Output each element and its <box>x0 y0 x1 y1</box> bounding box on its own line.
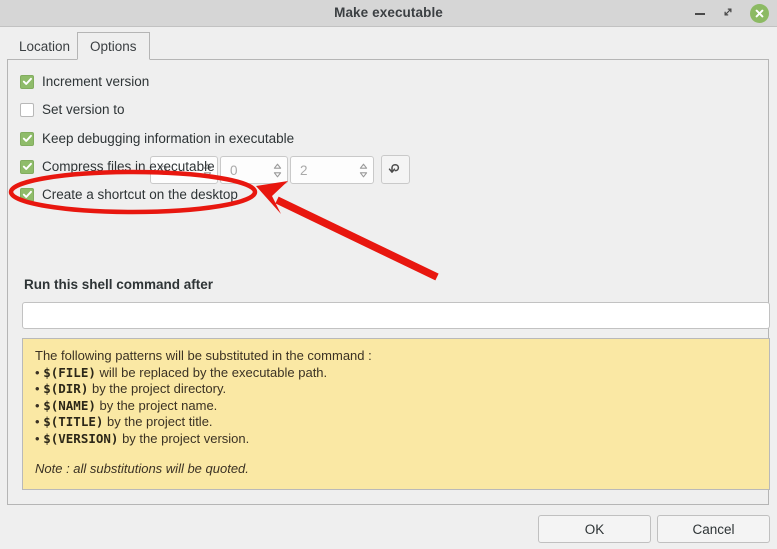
pattern-token-name: $(NAME) <box>43 397 96 413</box>
maximize-button[interactable] <box>715 0 741 27</box>
info-intro: The following patterns will be substitut… <box>35 348 372 363</box>
tab-location[interactable]: Location <box>7 32 82 60</box>
tab-options-label: Options <box>90 38 137 54</box>
title-bar: Make executable <box>0 0 777 27</box>
info-pattern-dir: • $(DIR) by the project directory. <box>35 381 757 398</box>
info-pattern-title: • $(TITLE) by the project title. <box>35 414 757 431</box>
checkbox-compress-files-label: Compress files in executable <box>42 159 215 174</box>
checkmark-icon <box>20 74 34 89</box>
stepper-icon[interactable] <box>267 162 287 179</box>
checkbox-compress-files[interactable]: Compress files in executable <box>20 159 215 174</box>
undo-icon <box>387 161 404 178</box>
checkbox-keep-debugging[interactable]: Keep debugging information in executable <box>20 131 294 146</box>
pattern-text-title: by the project title. <box>107 414 213 429</box>
bullet-icon: • <box>35 414 40 429</box>
minimize-button[interactable] <box>687 0 713 27</box>
checkbox-create-shortcut[interactable]: Create a shortcut on the desktop <box>20 187 238 202</box>
cancel-button-label: Cancel <box>692 521 735 537</box>
bullet-icon: • <box>35 364 40 380</box>
bullet-icon: • <box>35 397 40 413</box>
pattern-text-file: will be replaced by the executable path. <box>99 364 328 380</box>
version-patch-value: 2 <box>300 162 308 178</box>
window-title: Make executable <box>334 5 443 20</box>
checkmark-icon <box>20 131 34 146</box>
checkbox-keep-debugging-label: Keep debugging information in executable <box>42 131 295 146</box>
checkbox-increment-version-label: Increment version <box>42 74 150 89</box>
cancel-button[interactable]: Cancel <box>657 515 770 543</box>
tab-location-label: Location <box>19 38 71 54</box>
info-note: Note : all substitutions will be quoted. <box>35 461 249 476</box>
close-button[interactable] <box>747 0 771 27</box>
pattern-text-name: by the project name. <box>99 397 218 413</box>
ok-button-label: OK <box>584 521 605 537</box>
empty-checkbox-icon <box>20 102 34 117</box>
close-icon <box>749 4 769 23</box>
info-pattern-file: • $(FILE) will be replaced by the execut… <box>35 365 757 382</box>
pattern-token-file: $(FILE) <box>43 364 96 380</box>
checkbox-create-shortcut-label: Create a shortcut on the desktop <box>42 187 238 202</box>
info-pattern-name: • $(NAME) by the project name. <box>35 398 757 415</box>
version-patch-spinner[interactable]: 2 <box>290 156 374 184</box>
shell-command-input[interactable] <box>22 302 770 329</box>
options-panel: Increment version Set version to 0 0 2 K… <box>7 59 770 505</box>
pattern-token-title: $(TITLE) <box>43 414 104 429</box>
ok-button[interactable]: OK <box>538 515 651 543</box>
minimize-icon <box>695 12 705 15</box>
info-pattern-version: • $(VERSION) by the project version. <box>35 431 757 448</box>
checkbox-set-version-to[interactable]: Set version to <box>20 102 125 117</box>
pattern-token-dir: $(DIR) <box>43 381 89 396</box>
version-minor-spinner[interactable]: 0 <box>220 156 288 184</box>
reset-version-button[interactable] <box>381 155 410 184</box>
pattern-text-dir: by the project directory. <box>91 381 227 396</box>
shell-command-label: Run this shell command after <box>24 277 214 292</box>
checkbox-set-version-to-label: Set version to <box>42 102 125 117</box>
substitution-info-box: The following patterns will be substitut… <box>22 338 770 490</box>
stepper-icon[interactable] <box>353 162 373 179</box>
bullet-icon: • <box>35 430 40 446</box>
make-executable-dialog: Make executable Location Options Increme… <box>0 0 777 549</box>
version-minor-value: 0 <box>230 162 238 178</box>
restore-icon <box>722 6 734 21</box>
checkbox-increment-version[interactable]: Increment version <box>20 74 149 89</box>
checkmark-icon <box>20 159 34 174</box>
pattern-token-version: $(VERSION) <box>43 430 119 446</box>
pattern-text-version: by the project version. <box>122 430 250 446</box>
bullet-icon: • <box>35 381 40 396</box>
tab-options[interactable]: Options <box>77 32 150 60</box>
checkmark-icon <box>20 187 34 202</box>
